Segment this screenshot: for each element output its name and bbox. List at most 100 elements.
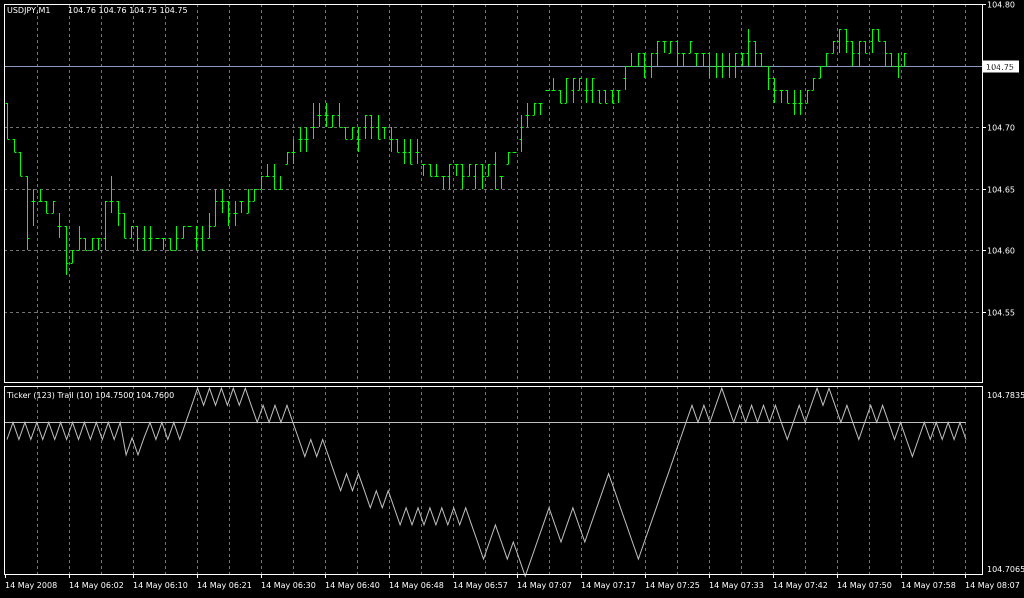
ticker-series-line	[6, 386, 967, 578]
ohlc-bar	[395, 139, 400, 153]
bars-layer	[5, 29, 907, 275]
ohlc-bar	[545, 90, 550, 91]
ohlc-bar	[850, 41, 855, 66]
time-label: 14 May 06:48	[389, 581, 444, 590]
ohlc-bar	[753, 41, 758, 66]
ohlc-bar	[798, 90, 803, 115]
ohlc-bar	[252, 189, 257, 202]
time-label: 14 May 2008	[5, 581, 57, 590]
ohlc-bar	[746, 29, 751, 66]
ohlc-bar	[18, 152, 23, 177]
ohlc-bar	[129, 226, 134, 239]
ohlc-bar	[870, 29, 875, 53]
ohlc-bar	[486, 164, 491, 177]
ohlc-bar	[688, 41, 693, 54]
ohlc-bar	[694, 53, 699, 66]
ohlc-bar	[70, 250, 75, 264]
ohlc-bar	[285, 152, 290, 165]
ohlc-bar	[538, 103, 543, 115]
ohlc-bar	[382, 127, 387, 139]
ohlc-bar	[408, 139, 413, 165]
ohlc-bar	[681, 53, 686, 66]
ohlc-bar	[278, 176, 283, 190]
ohlc-bar	[421, 164, 426, 176]
ohlc-bar	[298, 127, 303, 152]
ohlc-bar	[577, 78, 582, 91]
time-label: 14 May 07:58	[901, 581, 956, 590]
ohlc-bar	[675, 41, 680, 66]
ohlc-bar	[506, 152, 511, 165]
ohlc-bar	[265, 164, 270, 177]
ohlc-bar	[467, 164, 472, 177]
ohlc-bar	[90, 238, 95, 251]
ohlc-bar	[161, 238, 166, 250]
indicator-max-label: 104.7835	[987, 391, 1024, 400]
ohlc-bar	[207, 213, 212, 239]
price-label: 104.75	[987, 63, 1015, 72]
ohlc-bar	[818, 66, 823, 79]
ohlc-bar	[44, 201, 49, 214]
ohlc-bar	[330, 115, 335, 128]
ohlc-bar	[493, 152, 498, 190]
ohlc-bar	[181, 226, 186, 239]
grid-layer	[4, 4, 982, 574]
ohlc-bar	[668, 41, 673, 54]
ohlc-bar	[304, 127, 309, 152]
ohlc-bar	[623, 66, 628, 90]
ohlc-bar	[662, 41, 667, 53]
header-symbol: USDJPY,M1	[7, 6, 51, 15]
ohlc-bar	[558, 90, 563, 104]
ohlc-bar	[831, 41, 836, 54]
ohlc-bar	[590, 78, 595, 103]
ohlc-bar	[629, 53, 634, 67]
ohlc-bar	[616, 90, 621, 103]
ohlc-bar	[291, 139, 296, 164]
ohlc-bar	[811, 78, 816, 91]
ohlc-bar	[103, 201, 108, 250]
ohlc-bar	[57, 213, 62, 238]
ohlc-bar	[428, 164, 433, 177]
ohlc-bar	[96, 238, 101, 250]
ohlc-bar	[389, 127, 394, 152]
ohlc-bar	[889, 53, 894, 67]
price-label: 104.55	[987, 309, 1015, 318]
ohlc-bar	[77, 226, 82, 251]
ohlc-bar	[454, 164, 459, 176]
ohlc-bar	[447, 164, 452, 189]
ohlc-bar	[317, 103, 322, 127]
ohlc-bar	[499, 176, 504, 189]
time-label: 14 May 06:21	[197, 581, 252, 590]
ohlc-bar	[766, 66, 771, 90]
price-label: 104.70	[987, 124, 1015, 133]
ohlc-bar	[246, 189, 251, 214]
header-ohlc: 104.76 104.76 104.75 104.75	[68, 6, 188, 15]
price-label: 104.60	[987, 247, 1015, 256]
ohlc-bar	[792, 90, 797, 115]
ohlc-bar	[109, 176, 114, 213]
time-label: 14 May 07:17	[581, 581, 636, 590]
ohlc-bar	[441, 176, 446, 189]
time-label: 14 May 07:07	[517, 581, 572, 590]
chart-root: 104.75 USDJPY,M1 104.76 104.76 104.75 10…	[0, 0, 1024, 594]
time-label: 14 May 08:07	[965, 581, 1020, 590]
ohlc-bar	[759, 53, 764, 67]
ohlc-bar	[200, 226, 205, 251]
frame-layer: 104.75	[4, 4, 1019, 578]
ohlc-bar	[83, 238, 88, 251]
indicator-min-label: 104.7065	[987, 565, 1024, 574]
ohlc-bar	[434, 164, 439, 177]
indicator-pane-frame	[4, 386, 983, 575]
ohlc-bar	[584, 78, 589, 103]
ohlc-bar	[720, 53, 725, 78]
ohlc-bar	[174, 226, 179, 251]
ohlc-bar	[142, 226, 147, 251]
price-label: 104.65	[987, 186, 1015, 195]
time-label: 14 May 06:10	[133, 581, 188, 590]
ohlc-bar	[311, 103, 316, 139]
ohlc-bar	[220, 189, 225, 213]
time-label: 14 May 06:40	[325, 581, 380, 590]
time-label: 14 May 06:02	[69, 581, 124, 590]
ohlc-bar	[38, 189, 43, 202]
ohlc-bar	[168, 238, 173, 251]
ohlc-bar	[714, 53, 719, 78]
